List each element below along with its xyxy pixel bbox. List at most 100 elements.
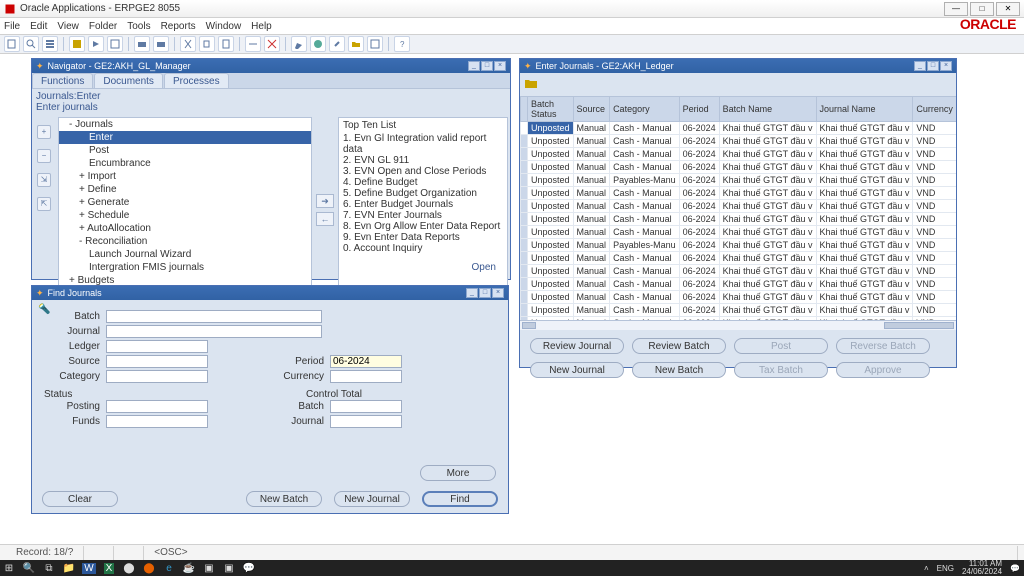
tree-item[interactable]: Post — [59, 144, 311, 157]
topten-item[interactable]: 6. Enter Budget Journals — [343, 199, 503, 210]
ej-close-button[interactable]: × — [940, 61, 952, 71]
topten-item[interactable]: 2. EVN GL 911 — [343, 155, 503, 166]
tool-next-icon[interactable] — [88, 36, 104, 52]
table-header[interactable]: Journal Name — [816, 97, 913, 122]
table-header[interactable]: Source — [573, 97, 610, 122]
tool-edit-icon[interactable] — [291, 36, 307, 52]
expand-all-icon[interactable]: ⇲ — [37, 173, 51, 187]
nav-min-button[interactable]: _ — [468, 61, 480, 71]
tab-processes[interactable]: Processes — [164, 73, 229, 88]
cjournal-input[interactable] — [330, 415, 402, 428]
tool-folder-icon[interactable] — [348, 36, 364, 52]
fileexp-icon[interactable]: 📁 — [62, 562, 76, 574]
nav-tree[interactable]: - JournalsEnterPostEncumbrance+ Import+ … — [58, 117, 312, 303]
java-icon[interactable]: ☕ — [182, 562, 196, 574]
clear-button[interactable]: Clear — [42, 491, 118, 507]
tool-nav-icon[interactable] — [42, 36, 58, 52]
tool-help-icon[interactable]: ? — [394, 36, 410, 52]
tree-item[interactable]: - Reconciliation — [59, 235, 311, 248]
zalo-icon[interactable]: 💬 — [242, 562, 256, 574]
batch-input[interactable] — [106, 310, 322, 323]
table-row[interactable]: UnpostedManualCash - Manual06-2024Khai t… — [521, 265, 957, 278]
table-row[interactable]: UnpostedManualPayables-Manu06-2024Khai t… — [521, 239, 957, 252]
tool-paste-icon[interactable] — [218, 36, 234, 52]
table-header[interactable]: Period — [679, 97, 719, 122]
topten-item[interactable]: 1. Evn Gl Integration valid report data — [343, 133, 503, 155]
minimize-button[interactable]: — — [944, 2, 968, 16]
table-row[interactable]: UnpostedManualCash - Manual06-2024Khai t… — [521, 278, 957, 291]
menu-reports[interactable]: Reports — [161, 21, 196, 32]
tree-item[interactable]: + Import — [59, 170, 311, 183]
tool-delete-icon[interactable] — [264, 36, 280, 52]
approve-button[interactable]: Approve — [836, 362, 930, 378]
table-row[interactable]: UnpostedManualPayables-Manu06-2024Khai t… — [521, 174, 957, 187]
nav-max-button[interactable]: □ — [481, 61, 493, 71]
word-icon[interactable]: W — [82, 562, 96, 574]
menu-help[interactable]: Help — [251, 21, 272, 32]
app1-icon[interactable]: ▣ — [202, 562, 216, 574]
topten-item[interactable]: 8. Evn Org Allow Enter Data Report — [343, 221, 503, 232]
remove-topten-icon[interactable]: ← — [316, 212, 334, 226]
table-row[interactable]: UnpostedManualCash - Manual06-2024Khai t… — [521, 122, 957, 135]
hscrollbar[interactable] — [520, 320, 956, 330]
menu-folder[interactable]: Folder — [89, 21, 117, 32]
posting-input[interactable] — [106, 400, 208, 413]
tool-new-icon[interactable] — [4, 36, 20, 52]
new-batch-button[interactable]: New Batch — [632, 362, 726, 378]
maximize-button[interactable]: □ — [970, 2, 994, 16]
newbatch-button[interactable]: New Batch — [246, 491, 322, 507]
tool-switch-icon[interactable] — [107, 36, 123, 52]
tool-save-icon[interactable] — [69, 36, 85, 52]
table-row[interactable]: UnpostedManualCash - Manual06-2024Khai t… — [521, 291, 957, 304]
menu-file[interactable]: File — [4, 21, 20, 32]
add-topten-icon[interactable]: ➜ — [316, 194, 334, 208]
chrome-icon[interactable]: ⬤ — [122, 562, 136, 574]
review-batch-button[interactable]: Review Batch — [632, 338, 726, 354]
table-row[interactable]: UnpostedManualCash - Manual06-2024Khai t… — [521, 213, 957, 226]
find-min-button[interactable]: _ — [466, 288, 478, 298]
table-row[interactable]: UnpostedManualCash - Manual06-2024Khai t… — [521, 226, 957, 239]
tree-item[interactable]: + Define — [59, 183, 311, 196]
tree-item[interactable]: + AutoAllocation — [59, 222, 311, 235]
tray-notif-icon[interactable]: 💬 — [1010, 564, 1020, 573]
excel-icon[interactable]: X — [102, 562, 116, 574]
table-row[interactable]: UnpostedManualCash - Manual06-2024Khai t… — [521, 200, 957, 213]
folder-tool-icon[interactable] — [524, 76, 538, 90]
collapse-all-icon[interactable]: ⇱ — [37, 197, 51, 211]
table-header[interactable]: Currency — [913, 97, 956, 122]
tool-attach-icon[interactable] — [329, 36, 345, 52]
table-header[interactable]: Batch Name — [719, 97, 816, 122]
find-button[interactable]: Find — [422, 491, 498, 507]
tax-batch-button[interactable]: Tax Batch — [734, 362, 828, 378]
funds-input[interactable] — [106, 415, 208, 428]
expand-icon[interactable]: + — [37, 125, 51, 139]
table-row[interactable]: UnpostedManualCash - Manual06-2024Khai t… — [521, 304, 957, 317]
cbatch-input[interactable] — [330, 400, 402, 413]
topten-item[interactable]: 0. Account Inquiry — [343, 243, 503, 254]
post-button[interactable]: Post — [734, 338, 828, 354]
table-row[interactable]: UnpostedManualCash - Manual06-2024Khai t… — [521, 148, 957, 161]
more-button[interactable]: More — [420, 465, 496, 481]
topten-item[interactable]: 9. Evn Enter Data Reports — [343, 232, 503, 243]
ledger-input[interactable] — [106, 340, 208, 353]
tree-item[interactable]: Intergration FMIS journals — [59, 261, 311, 274]
tree-item[interactable]: Encumbrance — [59, 157, 311, 170]
tab-functions[interactable]: Functions — [32, 73, 93, 88]
journal-input[interactable] — [106, 325, 322, 338]
tab-documents[interactable]: Documents — [94, 73, 163, 88]
new-journal-button[interactable]: New Journal — [530, 362, 624, 378]
menu-tools[interactable]: Tools — [127, 21, 150, 32]
tray-lang[interactable]: ENG — [937, 564, 954, 573]
tree-item[interactable]: + Schedule — [59, 209, 311, 222]
tool-find-icon[interactable] — [23, 36, 39, 52]
tool-print-icon[interactable] — [134, 36, 150, 52]
reverse-batch-button[interactable]: Reverse Batch — [836, 338, 930, 354]
find-max-button[interactable]: □ — [479, 288, 491, 298]
topten-item[interactable]: 7. EVN Enter Journals — [343, 210, 503, 221]
tool-clear-icon[interactable] — [245, 36, 261, 52]
tool-window-icon[interactable] — [367, 36, 383, 52]
source-input[interactable] — [106, 355, 208, 368]
tray-up-icon[interactable]: ˄ — [924, 564, 929, 573]
menu-view[interactable]: View — [57, 21, 79, 32]
firefox-icon[interactable]: ⬤ — [142, 562, 156, 574]
